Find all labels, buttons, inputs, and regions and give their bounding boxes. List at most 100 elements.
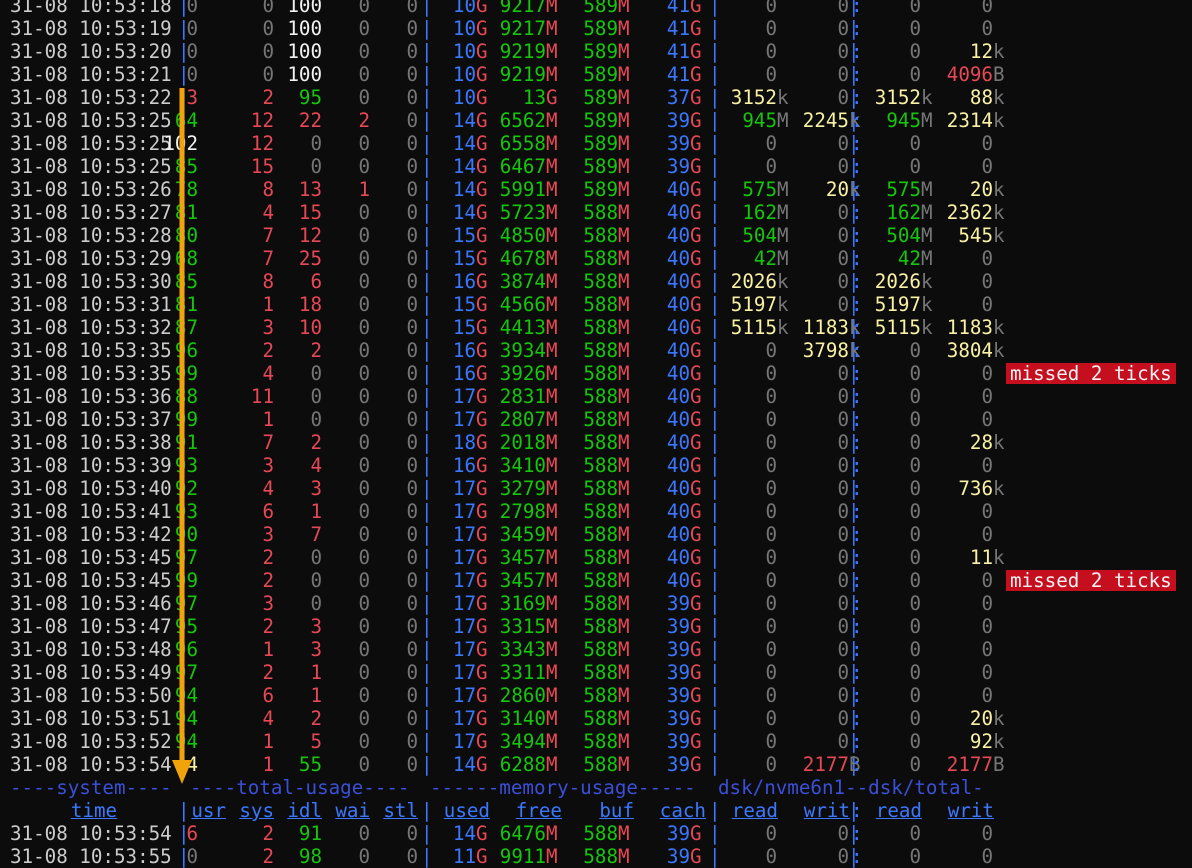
cach-cell: 40 xyxy=(666,385,690,408)
idl-cell: 91 xyxy=(298,822,322,845)
w1-cell: 0 xyxy=(837,201,849,224)
sys-cell: 2 xyxy=(262,661,274,684)
column-header: time xyxy=(70,799,118,822)
idl-cell: 100 xyxy=(287,17,322,40)
wai-cell: 0 xyxy=(358,822,370,845)
cach-unit: G xyxy=(690,293,702,316)
w2-cell: 0 xyxy=(981,408,993,431)
buf-cell: 588 xyxy=(583,385,618,408)
used-cell: 16 xyxy=(452,339,476,362)
buf-cell: 588 xyxy=(583,270,618,293)
cach-cell: 39 xyxy=(666,615,690,638)
cach-unit: G xyxy=(690,615,702,638)
wai-cell: 0 xyxy=(358,477,370,500)
w1-cell: 0 xyxy=(837,546,849,569)
disk-separator: : xyxy=(851,500,863,523)
buf-cell: 588 xyxy=(583,615,618,638)
cach-cell: 40 xyxy=(666,431,690,454)
wai-cell: 0 xyxy=(358,638,370,661)
w2-cell: 4096 xyxy=(946,63,993,86)
column-header: usr xyxy=(191,799,226,822)
disk-separator: : xyxy=(851,615,863,638)
free-cell: 9219 xyxy=(499,63,546,86)
w2-cell: 0 xyxy=(981,247,993,270)
buf-cell: 588 xyxy=(583,684,618,707)
r1-cell: 42 xyxy=(753,247,777,270)
cach-cell: 40 xyxy=(666,523,690,546)
usr-cell: 0 xyxy=(186,63,198,86)
w2-unit: k xyxy=(993,730,1005,753)
used-cell: 15 xyxy=(452,247,476,270)
w1-cell: 0 xyxy=(837,63,849,86)
idl-cell: 0 xyxy=(310,408,322,431)
r1-cell: 0 xyxy=(765,592,777,615)
idl-cell: 2 xyxy=(310,431,322,454)
idl-cell: 0 xyxy=(310,569,322,592)
used-cell: 16 xyxy=(452,270,476,293)
w1-cell: 0 xyxy=(837,523,849,546)
buf-cell: 589 xyxy=(583,86,618,109)
w2-unit: k xyxy=(993,224,1005,247)
disk-separator: : xyxy=(851,477,863,500)
sys-cell: 1 xyxy=(262,730,274,753)
w2-unit: k xyxy=(993,86,1005,109)
disk-separator: : xyxy=(851,17,863,40)
sys-cell: 1 xyxy=(262,753,274,776)
disk-separator: : xyxy=(851,638,863,661)
r1-cell: 0 xyxy=(765,431,777,454)
cach-cell: 41 xyxy=(666,40,690,63)
cach-cell: 39 xyxy=(666,109,690,132)
free-cell: 2798 xyxy=(499,500,546,523)
column-separator: | xyxy=(178,0,190,17)
cach-cell: 40 xyxy=(666,546,690,569)
used-cell: 17 xyxy=(452,638,476,661)
cach-cell: 39 xyxy=(666,707,690,730)
cach-unit: G xyxy=(690,178,702,201)
disk-separator: : xyxy=(851,316,863,339)
column-header: writ xyxy=(947,799,994,822)
buf-cell: 588 xyxy=(583,592,618,615)
wai-cell: 0 xyxy=(358,132,370,155)
buf-cell: 588 xyxy=(583,730,618,753)
free-cell: 5723 xyxy=(499,201,546,224)
r1-cell: 0 xyxy=(765,362,777,385)
w1-cell: 0 xyxy=(837,0,849,17)
w1-cell: 0 xyxy=(837,638,849,661)
wai-cell: 0 xyxy=(358,63,370,86)
buf-cell: 588 xyxy=(583,408,618,431)
header-columns: time usr sys idl wai stl used free buf cach read wr… xyxy=(0,799,1192,822)
column-header: read xyxy=(731,799,778,822)
used-cell: 17 xyxy=(452,500,476,523)
w2-cell: 0 xyxy=(981,661,993,684)
w1-cell: 0 xyxy=(837,385,849,408)
cach-unit: G xyxy=(690,661,702,684)
cach-unit: G xyxy=(690,339,702,362)
free-cell: 3494 xyxy=(499,730,546,753)
r1-cell: 945 xyxy=(742,109,777,132)
idl-cell: 7 xyxy=(310,523,322,546)
wai-cell: 0 xyxy=(358,661,370,684)
sys-cell: 0 xyxy=(262,63,274,86)
cach-cell: 40 xyxy=(666,454,690,477)
disk-separator: : xyxy=(851,431,863,454)
cach-unit: G xyxy=(690,477,702,500)
column-separator: | xyxy=(178,822,190,845)
idl-cell: 22 xyxy=(298,109,322,132)
sys-cell: 7 xyxy=(262,224,274,247)
wai-cell: 0 xyxy=(358,523,370,546)
w1-cell: 0 xyxy=(837,431,849,454)
cach-cell: 39 xyxy=(666,155,690,178)
w2-cell: 2177 xyxy=(946,753,993,776)
used-cell: 10 xyxy=(452,63,476,86)
wai-cell: 0 xyxy=(358,339,370,362)
w2-cell: 11 xyxy=(969,546,993,569)
wai-cell: 0 xyxy=(358,546,370,569)
sys-cell: 1 xyxy=(262,408,274,431)
r1-cell: 0 xyxy=(765,615,777,638)
wai-cell: 2 xyxy=(358,109,370,132)
free-cell: 4413 xyxy=(499,316,546,339)
cach-unit: G xyxy=(690,224,702,247)
cach-cell: 39 xyxy=(666,661,690,684)
sys-cell: 4 xyxy=(262,477,274,500)
usr-cell: 0 xyxy=(186,0,198,17)
